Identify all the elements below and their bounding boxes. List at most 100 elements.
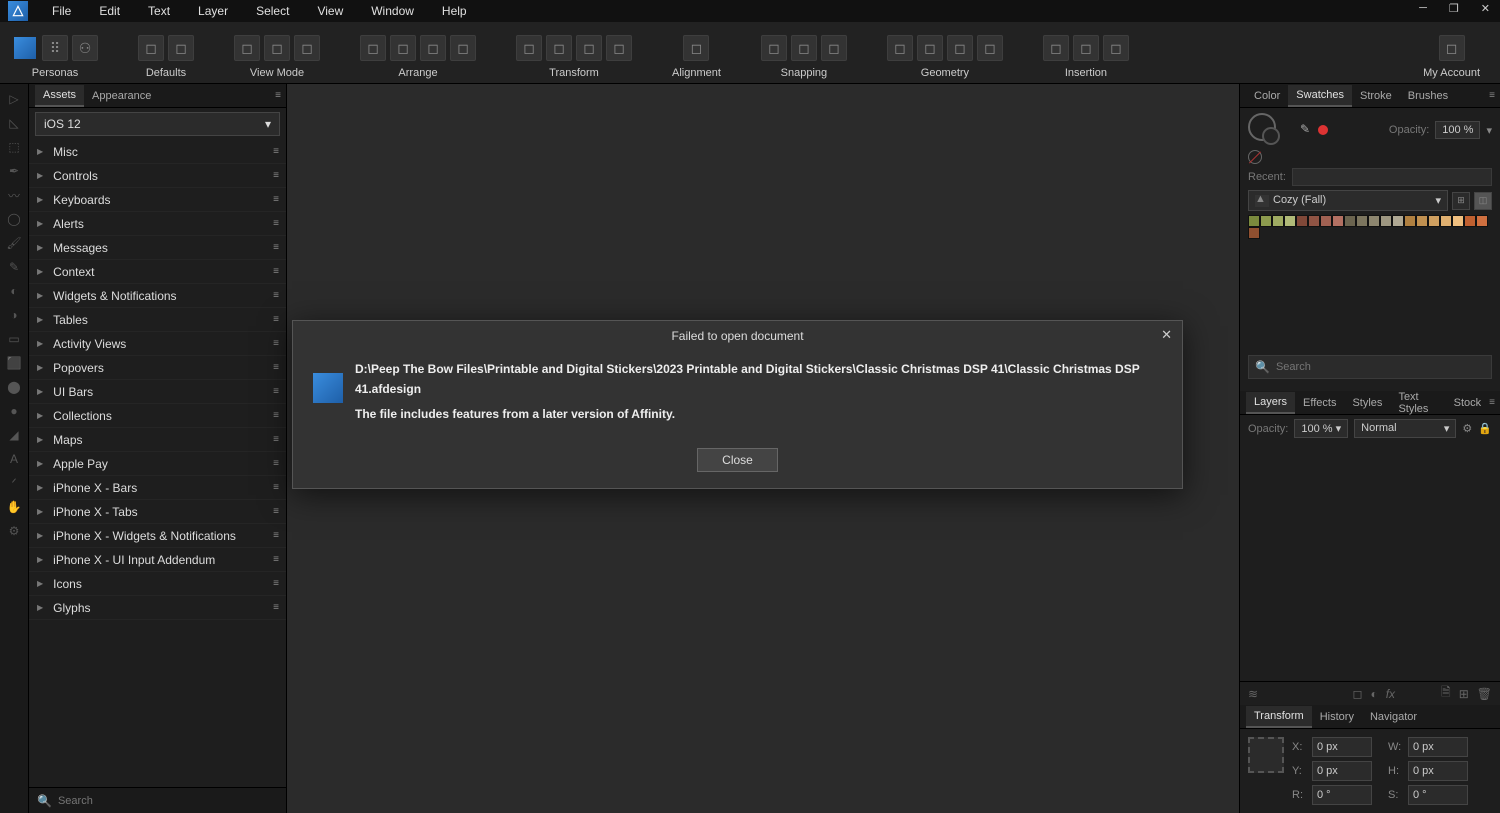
asset-category-row[interactable]: ▶Apple Pay≡ bbox=[29, 452, 286, 476]
category-menu-icon[interactable]: ≡ bbox=[273, 218, 278, 229]
menu-text[interactable]: Text bbox=[134, 1, 184, 21]
toolbar-button[interactable]: ◻ bbox=[516, 35, 542, 61]
category-menu-icon[interactable]: ≡ bbox=[273, 530, 278, 541]
erase-tool[interactable]: ✎ bbox=[5, 258, 23, 276]
asset-search[interactable]: 🔍 bbox=[29, 787, 286, 813]
toolbar-button[interactable]: ◻ bbox=[360, 35, 386, 61]
menu-layer[interactable]: Layer bbox=[184, 1, 242, 21]
dialog-close-button[interactable]: Close bbox=[697, 448, 778, 472]
toolbar-button[interactable]: ◻ bbox=[234, 35, 260, 61]
color-swatch[interactable] bbox=[1428, 215, 1440, 227]
menu-edit[interactable]: Edit bbox=[85, 1, 134, 21]
toolbar-button[interactable]: ◻ bbox=[683, 35, 709, 61]
color-swatch[interactable] bbox=[1344, 215, 1356, 227]
toolbar-button[interactable]: ◻ bbox=[1439, 35, 1465, 61]
add-palette-icon[interactable]: ⊞ bbox=[1452, 192, 1470, 210]
asset-category-row[interactable]: ▶Maps≡ bbox=[29, 428, 286, 452]
toolbar-button[interactable] bbox=[12, 35, 38, 61]
tab-text-styles[interactable]: Text Styles bbox=[1390, 387, 1445, 419]
gear-icon[interactable]: ⚙ bbox=[1462, 422, 1472, 435]
color-swatch[interactable] bbox=[1308, 215, 1320, 227]
toolbar-button[interactable]: ◻ bbox=[576, 35, 602, 61]
tab-effects[interactable]: Effects bbox=[1295, 393, 1344, 413]
frame-tool[interactable]: ▭ bbox=[5, 330, 23, 348]
asset-category-row[interactable]: ▶Widgets & Notifications≡ bbox=[29, 284, 286, 308]
add-layer-icon[interactable]: 🗎 bbox=[1441, 683, 1451, 704]
transparency-tool[interactable]: ◑ bbox=[5, 306, 23, 324]
toolbar-button[interactable]: ◻ bbox=[420, 35, 446, 61]
color-swatch[interactable] bbox=[1332, 215, 1344, 227]
color-swatch[interactable] bbox=[1404, 215, 1416, 227]
menu-window[interactable]: Window bbox=[357, 1, 428, 21]
fill-color-ring[interactable] bbox=[1262, 127, 1280, 145]
toolbar-button[interactable]: ◻ bbox=[761, 35, 787, 61]
move-tool[interactable]: ▷ bbox=[5, 90, 23, 108]
menu-help[interactable]: Help bbox=[428, 1, 481, 21]
w-input[interactable] bbox=[1408, 737, 1468, 757]
toolbar-button[interactable]: ◻ bbox=[947, 35, 973, 61]
menu-select[interactable]: Select bbox=[242, 1, 303, 21]
eyedropper-icon[interactable]: ✎ bbox=[1300, 122, 1316, 138]
tab-stock[interactable]: Stock bbox=[1446, 393, 1490, 413]
category-menu-icon[interactable]: ≡ bbox=[273, 242, 278, 253]
fx-icon[interactable]: fx bbox=[1386, 687, 1395, 701]
art-text-tool[interactable]: A bbox=[5, 450, 23, 468]
lock-icon[interactable]: 🔒 bbox=[1478, 422, 1492, 435]
asset-category-row[interactable]: ▶Collections≡ bbox=[29, 404, 286, 428]
menu-view[interactable]: View bbox=[303, 1, 357, 21]
toolbar-button[interactable]: ◻ bbox=[168, 35, 194, 61]
tab-transform[interactable]: Transform bbox=[1246, 706, 1312, 728]
category-menu-icon[interactable]: ≡ bbox=[273, 554, 278, 565]
palette-dropdown[interactable]: Cozy (Fall) ▾ bbox=[1248, 190, 1448, 211]
delete-layer-icon[interactable]: 🗑 bbox=[1477, 687, 1492, 701]
panel-menu-icon[interactable]: ≡ bbox=[1489, 397, 1494, 408]
toolbar-button[interactable]: ◻ bbox=[791, 35, 817, 61]
zoom-tool[interactable]: ⚙ bbox=[5, 522, 23, 540]
toolbar-button[interactable]: ◻ bbox=[390, 35, 416, 61]
color-swatch[interactable] bbox=[1392, 215, 1404, 227]
color-swatch[interactable] bbox=[1248, 215, 1260, 227]
close-window-button[interactable]: ✕ bbox=[1477, 2, 1494, 15]
s-input[interactable] bbox=[1408, 785, 1468, 805]
asset-category-row[interactable]: ▶Alerts≡ bbox=[29, 212, 286, 236]
asset-category-row[interactable]: ▶Controls≡ bbox=[29, 164, 286, 188]
toolbar-button[interactable]: ◻ bbox=[606, 35, 632, 61]
toolbar-button[interactable]: ◻ bbox=[450, 35, 476, 61]
minimize-button[interactable]: ─ bbox=[1415, 2, 1431, 15]
color-swatch[interactable] bbox=[1476, 215, 1488, 227]
tab-brushes[interactable]: Brushes bbox=[1400, 86, 1456, 106]
asset-category-row[interactable]: ▶iPhone X - UI Input Addendum≡ bbox=[29, 548, 286, 572]
anchor-selector[interactable] bbox=[1248, 737, 1284, 773]
asset-category-row[interactable]: ▶UI Bars≡ bbox=[29, 380, 286, 404]
layer-opacity-value[interactable]: 100 % ▾ bbox=[1294, 419, 1348, 438]
opacity-value[interactable]: 100 % bbox=[1435, 121, 1480, 139]
tab-layers[interactable]: Layers bbox=[1246, 392, 1295, 414]
asset-category-row[interactable]: ▶Icons≡ bbox=[29, 572, 286, 596]
toolbar-button[interactable]: ◻ bbox=[1043, 35, 1069, 61]
pencil-tool[interactable]: 〰 bbox=[5, 186, 23, 204]
tab-history[interactable]: History bbox=[1312, 707, 1362, 727]
toolbar-button[interactable]: ◻ bbox=[977, 35, 1003, 61]
category-menu-icon[interactable]: ≡ bbox=[273, 410, 278, 421]
color-swatch[interactable] bbox=[1368, 215, 1380, 227]
category-menu-icon[interactable]: ≡ bbox=[273, 338, 278, 349]
category-menu-icon[interactable]: ≡ bbox=[273, 170, 278, 181]
rectangle-tool[interactable]: ● bbox=[5, 402, 23, 420]
toolbar-button[interactable]: ◻ bbox=[1103, 35, 1129, 61]
hand-tool[interactable]: ✋ bbox=[5, 498, 23, 516]
panel-menu-icon[interactable]: ≡ bbox=[1489, 90, 1494, 101]
asset-category-row[interactable]: ▶Keyboards≡ bbox=[29, 188, 286, 212]
asset-category-row[interactable]: ▶Messages≡ bbox=[29, 236, 286, 260]
panel-menu-icon[interactable]: ≡ bbox=[275, 90, 280, 101]
layers-stack-icon[interactable]: ≋ bbox=[1248, 687, 1258, 701]
shape-tool[interactable]: ◯ bbox=[5, 210, 23, 228]
recent-colors-strip[interactable] bbox=[1292, 168, 1492, 186]
asset-category-row[interactable]: ▶Glyphs≡ bbox=[29, 596, 286, 620]
color-swatch[interactable] bbox=[1380, 215, 1392, 227]
asset-category-row[interactable]: ▶iPhone X - Bars≡ bbox=[29, 476, 286, 500]
asset-pack-dropdown[interactable]: iOS 12 ▾ bbox=[35, 112, 280, 136]
dialog-close-icon[interactable]: ✕ bbox=[1161, 327, 1172, 343]
r-input[interactable] bbox=[1312, 785, 1372, 805]
asset-category-row[interactable]: ▶Tables≡ bbox=[29, 308, 286, 332]
tab-styles[interactable]: Styles bbox=[1344, 393, 1390, 413]
